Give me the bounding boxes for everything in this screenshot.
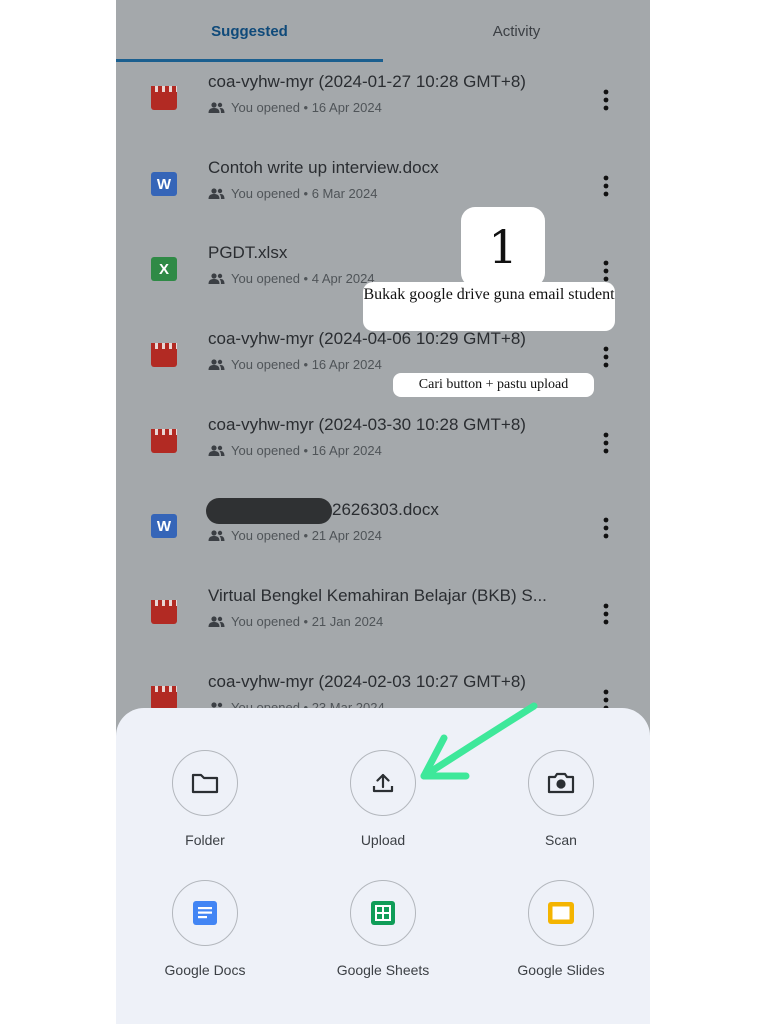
file-row[interactable]: W Contoh write up interview.docx You ope… bbox=[116, 158, 650, 244]
more-options-icon[interactable] bbox=[594, 508, 618, 548]
file-meta: You opened • 6 Mar 2024 bbox=[208, 186, 377, 201]
word-icon: W bbox=[151, 514, 177, 538]
file-row[interactable]: W 2626303.docx You opened • 21 Apr 2024 bbox=[116, 498, 650, 586]
folder-button[interactable]: Folder bbox=[116, 708, 294, 848]
google-slides-button[interactable]: Google Slides bbox=[472, 838, 650, 978]
video-icon bbox=[151, 600, 177, 624]
file-name: coa-vyhw-myr (2024-01-27 10:28 GMT+8) bbox=[208, 72, 526, 91]
file-row[interactable]: coa-vyhw-myr (2024-03-30 10:28 GMT+8) Yo… bbox=[116, 415, 650, 501]
tab-activity[interactable]: Activity bbox=[383, 0, 650, 62]
video-icon bbox=[151, 343, 177, 367]
file-name: Contoh write up interview.docx bbox=[208, 158, 439, 177]
file-name: 2626303.docx bbox=[332, 500, 439, 519]
tab-suggested[interactable]: Suggested bbox=[116, 0, 383, 62]
shared-people-icon bbox=[208, 102, 225, 113]
folder-icon bbox=[172, 750, 238, 816]
excel-icon: X bbox=[151, 257, 177, 281]
scan-button[interactable]: Scan bbox=[472, 708, 650, 848]
video-icon bbox=[151, 429, 177, 453]
file-row[interactable]: coa-vyhw-myr (2024-01-27 10:28 GMT+8) Yo… bbox=[116, 72, 650, 158]
shared-people-icon bbox=[208, 273, 225, 284]
video-icon bbox=[151, 686, 177, 710]
file-meta: You opened • 21 Apr 2024 bbox=[208, 528, 382, 543]
create-new-sheet: Folder Upload Scan Google Docs Google Sh… bbox=[116, 708, 650, 1024]
file-name: coa-vyhw-myr (2024-04-06 10:29 GMT+8) bbox=[208, 329, 526, 348]
annotation-note-find-upload: Cari button + pastu upload bbox=[393, 373, 594, 397]
file-meta-text: You opened • 16 Apr 2024 bbox=[231, 100, 382, 115]
file-meta-text: You opened • 21 Jan 2024 bbox=[231, 614, 384, 629]
shared-people-icon bbox=[208, 359, 225, 370]
google-sheets-icon bbox=[350, 880, 416, 946]
more-options-icon[interactable] bbox=[594, 423, 618, 463]
drive-screen: Suggested Activity coa-vyhw-myr (2024-01… bbox=[116, 0, 650, 1024]
shared-people-icon bbox=[208, 616, 225, 627]
camera-icon bbox=[528, 750, 594, 816]
file-name: PGDT.xlsx bbox=[208, 243, 288, 262]
more-options-icon[interactable] bbox=[594, 337, 618, 377]
file-meta: You opened • 16 Apr 2024 bbox=[208, 357, 382, 372]
word-icon: W bbox=[151, 172, 177, 196]
file-name: coa-vyhw-myr (2024-03-30 10:28 GMT+8) bbox=[208, 415, 526, 434]
redaction-mark bbox=[206, 498, 332, 524]
google-slides-label: Google Slides bbox=[517, 962, 605, 978]
file-name: coa-vyhw-myr (2024-02-03 10:27 GMT+8) bbox=[208, 672, 526, 691]
file-meta: You opened • 16 Apr 2024 bbox=[208, 100, 382, 115]
active-tab-indicator bbox=[116, 59, 383, 62]
upload-button[interactable]: Upload bbox=[294, 708, 472, 848]
google-docs-label: Google Docs bbox=[164, 962, 246, 978]
google-sheets-button[interactable]: Google Sheets bbox=[294, 838, 472, 978]
file-row[interactable]: coa-vyhw-myr (2024-04-06 10:29 GMT+8) Yo… bbox=[116, 329, 650, 415]
file-row[interactable]: Virtual Bengkel Kemahiran Belajar (BKB) … bbox=[116, 586, 650, 672]
google-slides-icon bbox=[528, 880, 594, 946]
file-meta: You opened • 4 Apr 2024 bbox=[208, 271, 375, 286]
shared-people-icon bbox=[208, 530, 225, 541]
annotation-note-open-drive: Bukak google drive guna email student bbox=[363, 282, 615, 331]
file-meta: You opened • 21 Jan 2024 bbox=[208, 614, 383, 629]
google-sheets-label: Google Sheets bbox=[336, 962, 430, 978]
file-meta-text: You opened • 6 Mar 2024 bbox=[231, 186, 378, 201]
upload-icon bbox=[350, 750, 416, 816]
tab-bar: Suggested Activity bbox=[116, 0, 650, 62]
shared-people-icon bbox=[208, 445, 225, 456]
file-meta-text: You opened • 16 Apr 2024 bbox=[231, 357, 382, 372]
shared-people-icon bbox=[208, 188, 225, 199]
more-options-icon[interactable] bbox=[594, 80, 618, 120]
file-name: Virtual Bengkel Kemahiran Belajar (BKB) … bbox=[208, 586, 547, 605]
step-number-badge: 1 bbox=[461, 207, 545, 287]
google-docs-icon bbox=[172, 880, 238, 946]
more-options-icon[interactable] bbox=[594, 594, 618, 634]
file-meta: You opened • 16 Apr 2024 bbox=[208, 443, 382, 458]
video-icon bbox=[151, 86, 177, 110]
file-meta-text: You opened • 21 Apr 2024 bbox=[231, 528, 382, 543]
file-meta-text: You opened • 4 Apr 2024 bbox=[231, 271, 375, 286]
google-docs-button[interactable]: Google Docs bbox=[116, 838, 294, 978]
more-options-icon[interactable] bbox=[594, 166, 618, 206]
file-meta-text: You opened • 16 Apr 2024 bbox=[231, 443, 382, 458]
